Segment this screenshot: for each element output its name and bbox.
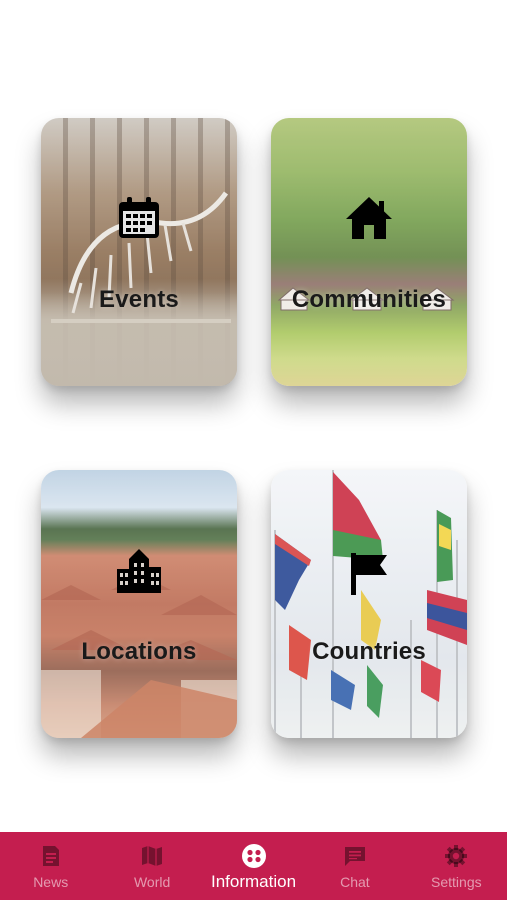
bottom-tab-bar: News World Information Chat Settings [0, 832, 507, 900]
calendar-icon [114, 192, 164, 244]
events-card[interactable]: Events [41, 118, 237, 386]
tab-information[interactable]: Information [203, 832, 304, 900]
communities-card-overlay [271, 118, 467, 386]
gear-icon [443, 843, 469, 869]
city-icon [114, 544, 164, 596]
dots-circle-icon [241, 843, 267, 869]
tab-settings[interactable]: Settings [406, 832, 507, 900]
tab-information-label: Information [210, 872, 297, 891]
locations-card[interactable]: Locations [41, 470, 237, 738]
map-icon [139, 843, 165, 869]
article-icon [38, 843, 64, 869]
tab-news-label: News [33, 874, 69, 890]
events-card-overlay [41, 118, 237, 386]
tab-chat-label: Chat [340, 874, 370, 890]
tab-news[interactable]: News [0, 832, 101, 900]
tab-chat[interactable]: Chat [304, 832, 405, 900]
locations-card-label: Locations [81, 638, 197, 665]
communities-card-label: Communities [291, 286, 447, 313]
communities-card[interactable]: Communities [271, 118, 467, 386]
tab-world-label: World [133, 874, 171, 890]
tab-settings-label: Settings [431, 874, 482, 890]
chat-icon [342, 843, 368, 869]
tab-world[interactable]: World [101, 832, 202, 900]
events-card-label: Events [99, 286, 179, 313]
flag-icon [344, 548, 394, 600]
countries-card-label: Countries [312, 638, 426, 665]
locations-card-overlay [41, 470, 237, 738]
countries-card[interactable]: Countries [271, 470, 467, 738]
home-icon [344, 192, 394, 244]
countries-card-overlay [271, 470, 467, 738]
